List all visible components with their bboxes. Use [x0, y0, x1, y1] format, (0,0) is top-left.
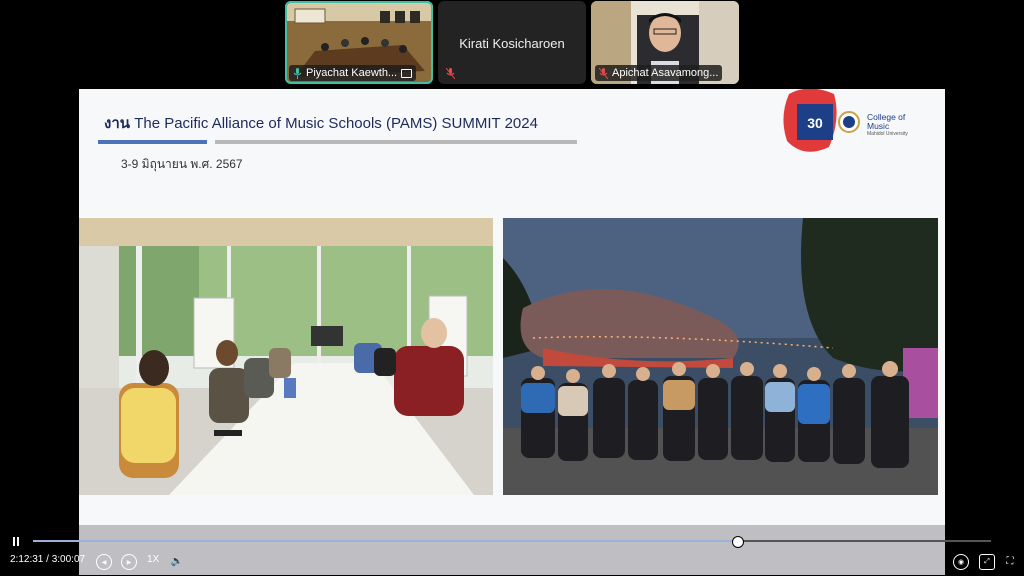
time-display: 2:12:31 / 3:00:07	[10, 554, 86, 565]
mic-muted-icon	[599, 67, 608, 79]
seek-progress	[33, 540, 737, 542]
pause-icon[interactable]	[9, 534, 23, 548]
college-logo: 30 College of Music Mahidol University	[779, 89, 929, 159]
participant-name-label: Piyachat Kaewth...	[289, 65, 417, 81]
rewind-icon[interactable]: ◀	[96, 554, 112, 570]
logo-name: College of Music	[867, 112, 906, 132]
playback-speed[interactable]: 1X	[147, 554, 159, 565]
fullscreen-icon[interactable]: ⛶	[1003, 554, 1017, 568]
shared-presentation-slide: งาน The Pacific Alliance of Music School…	[79, 89, 945, 575]
slide-title: งาน The Pacific Alliance of Music School…	[104, 115, 538, 132]
logo-subname: Mahidol University	[867, 130, 908, 137]
screen-share-icon	[401, 68, 413, 78]
title-underline-gray	[215, 140, 577, 144]
picture-in-picture-icon[interactable]: ⤢	[979, 554, 995, 570]
participant-display-name: Kirati Kosicharoen	[459, 36, 565, 51]
title-underline-blue	[98, 140, 207, 144]
settings-icon[interactable]: ◉	[953, 554, 969, 570]
participant-status	[442, 65, 459, 81]
participant-tile-apichat[interactable]: Apichat Asavamong...	[591, 1, 739, 84]
meeting-room-photo	[79, 218, 493, 495]
video-player-controls: 2:12:31 / 3:00:07 ◀ ▶ 1X 🔈 ◉ ⤢ ⛶	[0, 530, 1024, 576]
seek-thumb[interactable]	[731, 536, 744, 548]
seek-bar[interactable]	[33, 536, 991, 548]
participant-name-label: Apichat Asavamong...	[595, 65, 723, 81]
participant-tile-kirati[interactable]: Kirati Kosicharoen	[438, 1, 586, 84]
volume-icon[interactable]: 🔈	[170, 554, 184, 568]
slide-date: 3-9 มิถุนายน พ.ศ. 2567	[121, 157, 243, 171]
svg-text:30: 30	[807, 115, 823, 131]
mic-active-icon	[293, 67, 302, 79]
group-photo	[503, 218, 938, 495]
mic-muted-icon	[446, 67, 455, 79]
participant-tile-piyachat[interactable]: Piyachat Kaewth...	[285, 1, 433, 84]
fast-forward-icon[interactable]: ▶	[121, 554, 137, 570]
